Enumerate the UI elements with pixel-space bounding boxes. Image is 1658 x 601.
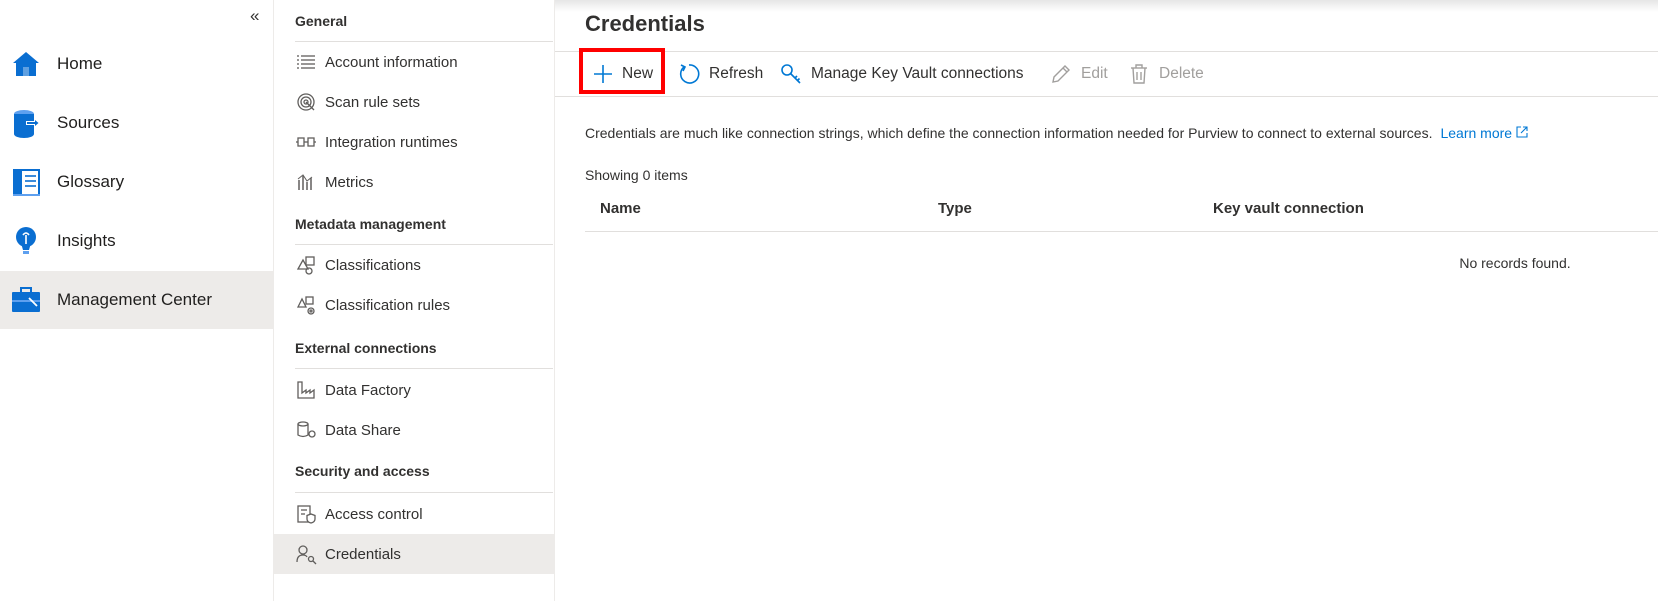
nav-label-management-center: Management Center — [57, 290, 212, 309]
menu-item-account-information[interactable]: Account information — [274, 42, 554, 82]
nav-item-management-center[interactable]: Management Center — [0, 271, 273, 329]
column-header-name[interactable]: Name — [600, 200, 641, 217]
delete-button[interactable]: Delete — [1128, 52, 1204, 96]
home-icon — [13, 52, 39, 76]
collapse-nav-icon[interactable]: « — [250, 6, 260, 26]
column-header-type[interactable]: Type — [938, 200, 972, 217]
insights-icon — [16, 227, 36, 254]
menu-label: Data Factory — [325, 381, 411, 399]
list-icon — [297, 55, 315, 69]
menu-label: Integration runtimes — [325, 133, 458, 151]
new-button-label: New — [622, 65, 654, 82]
scan-icon — [297, 93, 315, 111]
toolbox-icon — [12, 287, 40, 312]
credentials-icon — [296, 545, 317, 565]
menu-item-scan-rule-sets[interactable]: Scan rule sets — [274, 82, 554, 122]
menu-item-metrics[interactable]: Metrics — [274, 162, 554, 202]
delete-button-label: Delete — [1159, 65, 1204, 82]
menu-label: Access control — [325, 505, 423, 523]
management-menu: General Account information Scan rule se… — [274, 0, 555, 601]
menu-label: Credentials — [325, 545, 401, 563]
main-content: Credentials New Refresh Manage Key Vault… — [555, 0, 1658, 601]
menu-label: Account information — [325, 53, 458, 71]
credentials-description: Credentials are much like connection str… — [585, 125, 1528, 141]
section-title-external-connections: External connections — [295, 340, 437, 356]
manage-key-vault-connections-button[interactable]: Manage Key Vault connections — [780, 52, 1024, 96]
nav-label-sources: Sources — [57, 113, 120, 132]
plus-icon — [594, 65, 612, 83]
column-header-key-vault-connection[interactable]: Key vault connection — [1213, 200, 1364, 217]
item-count: Showing 0 items — [585, 167, 688, 183]
section-title-security-and-access: Security and access — [295, 463, 430, 479]
refresh-button-label: Refresh — [709, 65, 764, 82]
refresh-icon — [679, 64, 700, 84]
left-nav: « Home Sources Glossary Insights Managem… — [0, 0, 274, 601]
menu-label: Metrics — [325, 173, 374, 191]
section-divider — [295, 492, 553, 493]
manage-key-vault-label: Manage Key Vault connections — [811, 65, 1024, 82]
description-text: Credentials are much like connection str… — [585, 125, 1433, 141]
menu-label: Classification rules — [325, 296, 451, 314]
classifications-icon — [296, 256, 315, 275]
data-share-icon — [297, 421, 316, 438]
nav-item-insights[interactable]: Insights — [0, 212, 273, 270]
new-button[interactable]: New — [593, 52, 653, 96]
pencil-icon — [1052, 65, 1070, 83]
data-factory-icon — [297, 381, 315, 399]
refresh-button[interactable]: Refresh — [678, 52, 763, 96]
glossary-icon — [13, 169, 40, 196]
key-icon — [781, 64, 801, 84]
section-divider — [295, 368, 553, 369]
menu-item-access-control[interactable]: Access control — [274, 494, 554, 534]
metrics-icon — [297, 174, 313, 190]
nav-label-insights: Insights — [57, 231, 116, 250]
learn-more-link[interactable]: Learn more — [1440, 125, 1528, 141]
menu-item-integration-runtimes[interactable]: Integration runtimes — [274, 122, 554, 162]
integration-runtime-icon — [296, 137, 316, 147]
access-control-icon — [297, 505, 316, 524]
menu-item-classifications[interactable]: Classifications — [274, 245, 554, 285]
table-header: Name Type Key vault connection — [585, 190, 1658, 232]
menu-item-credentials[interactable]: Credentials — [274, 534, 554, 574]
nav-label-glossary: Glossary — [57, 172, 125, 191]
menu-label: Classifications — [325, 256, 421, 274]
section-title-general: General — [295, 13, 348, 29]
menu-item-data-factory[interactable]: Data Factory — [274, 370, 554, 410]
menu-item-data-share[interactable]: Data Share — [274, 410, 554, 450]
menu-item-classification-rules[interactable]: Classification rules — [274, 285, 554, 325]
nav-item-home[interactable]: Home — [0, 35, 273, 93]
edit-button[interactable]: Edit — [1050, 52, 1108, 96]
learn-more-label: Learn more — [1440, 125, 1513, 141]
empty-state-message: No records found. — [1459, 255, 1571, 271]
external-link-icon — [1516, 126, 1528, 138]
menu-label: Scan rule sets — [325, 93, 421, 111]
menu-label: Data Share — [325, 421, 401, 439]
nav-item-glossary[interactable]: Glossary — [0, 153, 273, 211]
nav-label-home: Home — [57, 54, 103, 73]
toolbar: New Refresh Manage Key Vault connections… — [555, 48, 1658, 97]
classification-rules-icon — [296, 296, 315, 315]
nav-item-sources[interactable]: Sources — [0, 94, 273, 152]
page-title: Credentials — [585, 11, 705, 36]
edit-button-label: Edit — [1081, 65, 1108, 82]
sources-icon — [14, 110, 40, 138]
section-title-metadata-management: Metadata management — [295, 216, 446, 232]
trash-icon — [1131, 64, 1147, 84]
